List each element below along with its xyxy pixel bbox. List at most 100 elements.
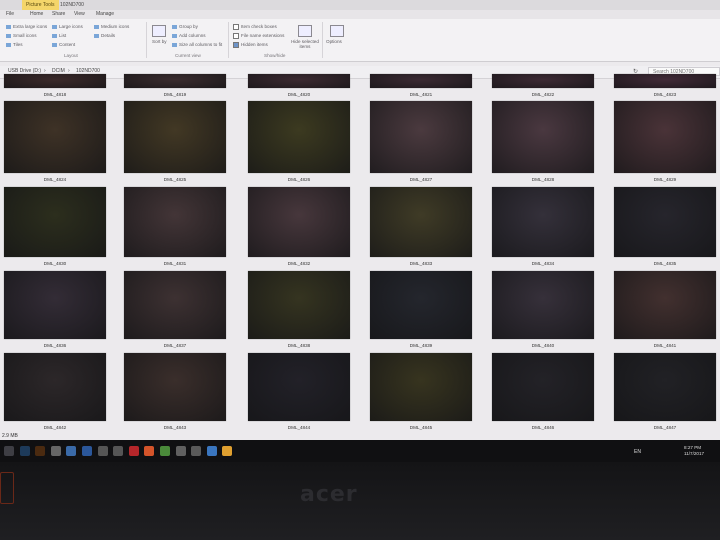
- file-thumbnail[interactable]: [248, 187, 350, 257]
- illustrator-icon[interactable]: [35, 446, 46, 456]
- file-name[interactable]: DML_4847: [615, 425, 715, 430]
- add-columns-button[interactable]: Add columns: [172, 33, 206, 38]
- file-thumbnail[interactable]: [248, 101, 350, 173]
- file-name[interactable]: DML_4842: [5, 425, 105, 430]
- file-thumbnail[interactable]: [492, 271, 594, 339]
- file-thumbnail[interactable]: [492, 353, 594, 421]
- file-name[interactable]: DML_4844: [249, 425, 349, 430]
- language-indicator[interactable]: EN: [634, 449, 641, 455]
- file-thumbnail[interactable]: [4, 271, 106, 339]
- chrome-like-icon[interactable]: [50, 446, 61, 456]
- group-by-button[interactable]: Group by: [172, 24, 198, 29]
- file-thumbnail[interactable]: [614, 353, 716, 421]
- tab-share[interactable]: Share: [52, 11, 65, 17]
- file-thumbnail[interactable]: [492, 187, 594, 257]
- file-thumbnail[interactable]: [492, 74, 594, 88]
- app4-icon[interactable]: [191, 446, 202, 456]
- file-name[interactable]: DML_4839: [371, 343, 471, 348]
- file-thumbnail[interactable]: [124, 353, 226, 421]
- file-thumbnail[interactable]: [4, 187, 106, 257]
- app2-icon[interactable]: [113, 446, 124, 456]
- file-name[interactable]: DML_4840: [493, 343, 593, 348]
- firefox-icon[interactable]: [144, 446, 155, 456]
- file-name[interactable]: DML_4837: [125, 343, 225, 348]
- layout-extra-large[interactable]: Extra large icons: [6, 24, 47, 29]
- file-name[interactable]: DML_4833: [371, 261, 471, 266]
- clock-date[interactable]: 11/7/2017: [684, 451, 704, 456]
- file-name[interactable]: DML_4845: [371, 425, 471, 430]
- layout-details[interactable]: Details: [94, 33, 115, 38]
- file-name[interactable]: DML_4846: [493, 425, 593, 430]
- file-name[interactable]: DML_4825: [125, 177, 225, 182]
- file-thumbnail[interactable]: [248, 353, 350, 421]
- word-icon[interactable]: [82, 446, 92, 456]
- file-thumbnail[interactable]: [370, 187, 472, 257]
- file-thumbnail[interactable]: [370, 101, 472, 173]
- layout-list[interactable]: List: [52, 33, 66, 38]
- file-thumbnail[interactable]: [248, 74, 350, 88]
- photos-icon[interactable]: [206, 446, 217, 456]
- layout-small[interactable]: Small icons: [6, 33, 37, 38]
- sort-by-button[interactable]: Sort by: [152, 39, 167, 44]
- file-name[interactable]: DML_4827: [371, 177, 471, 182]
- file-extensions-toggle[interactable]: File name extensions: [233, 33, 284, 39]
- file-thumbnail[interactable]: [614, 74, 716, 88]
- layout-tiles[interactable]: Tiles: [6, 42, 23, 47]
- file-thumbnail[interactable]: [492, 101, 594, 173]
- file-name[interactable]: DML_4822: [493, 92, 593, 97]
- chrome-icon[interactable]: [160, 446, 170, 456]
- tab-manage[interactable]: Manage: [96, 11, 114, 17]
- tab-view[interactable]: View: [74, 11, 85, 17]
- file-thumbnail[interactable]: [614, 101, 716, 173]
- file-thumbnail[interactable]: [4, 353, 106, 421]
- photoshop-icon[interactable]: [19, 446, 30, 456]
- file-name[interactable]: DML_4835: [615, 261, 715, 266]
- file-thumbnail[interactable]: [614, 187, 716, 257]
- layout-content[interactable]: Content: [52, 42, 75, 47]
- tab-file[interactable]: File: [6, 11, 14, 17]
- layout-medium[interactable]: Medium icons: [94, 24, 129, 29]
- file-name[interactable]: DML_4834: [493, 261, 593, 266]
- file-name[interactable]: DML_4828: [493, 177, 593, 182]
- file-thumbnail[interactable]: [248, 271, 350, 339]
- hide-selected-button[interactable]: Hide selected items: [290, 39, 320, 49]
- red-app-icon[interactable]: [128, 446, 139, 456]
- file-thumbnail[interactable]: [370, 74, 472, 88]
- tab-home[interactable]: Home: [30, 11, 43, 17]
- file-thumbnail[interactable]: [124, 187, 226, 257]
- file-thumbnail[interactable]: [124, 101, 226, 173]
- hidden-items-toggle[interactable]: Hidden items: [233, 42, 268, 48]
- file-name[interactable]: DML_4826: [249, 177, 349, 182]
- file-thumbnail[interactable]: [614, 271, 716, 339]
- file-name[interactable]: DML_4824: [5, 177, 105, 182]
- file-name[interactable]: DML_4843: [125, 425, 225, 430]
- app-icon[interactable]: [97, 446, 108, 456]
- size-columns-button[interactable]: Size all columns to fit: [172, 42, 222, 47]
- file-thumbnail[interactable]: [124, 74, 226, 88]
- file-name[interactable]: DML_4841: [615, 343, 715, 348]
- file-name[interactable]: DML_4836: [5, 343, 105, 348]
- file-thumbnail[interactable]: [124, 271, 226, 339]
- address-bar[interactable]: USB Drive (D:) › DCIM › 102ND700: [0, 66, 720, 79]
- file-name[interactable]: DML_4821: [371, 92, 471, 97]
- file-thumbnail[interactable]: [370, 271, 472, 339]
- file-thumbnail[interactable]: [370, 353, 472, 421]
- file-name[interactable]: DML_4832: [249, 261, 349, 266]
- app3-icon[interactable]: [175, 446, 186, 456]
- options-button[interactable]: Options: [326, 39, 342, 44]
- item-checkboxes-toggle[interactable]: Item check boxes: [233, 24, 277, 30]
- picture-tools-tab[interactable]: Picture Tools: [22, 0, 59, 10]
- file-thumbnail[interactable]: [4, 101, 106, 173]
- file-name[interactable]: DML_4823: [615, 92, 715, 97]
- layout-large[interactable]: Large icons: [52, 24, 83, 29]
- file-name[interactable]: DML_4820: [249, 92, 349, 97]
- file-name[interactable]: DML_4831: [125, 261, 225, 266]
- start-icon[interactable]: [4, 446, 14, 456]
- file-name[interactable]: DML_4838: [249, 343, 349, 348]
- file-name[interactable]: DML_4829: [615, 177, 715, 182]
- file-name[interactable]: DML_4818: [5, 92, 105, 97]
- file-name[interactable]: DML_4819: [125, 92, 225, 97]
- file-name[interactable]: DML_4830: [5, 261, 105, 266]
- file-explorer-icon[interactable]: [66, 446, 77, 456]
- file-thumbnail[interactable]: [4, 74, 106, 88]
